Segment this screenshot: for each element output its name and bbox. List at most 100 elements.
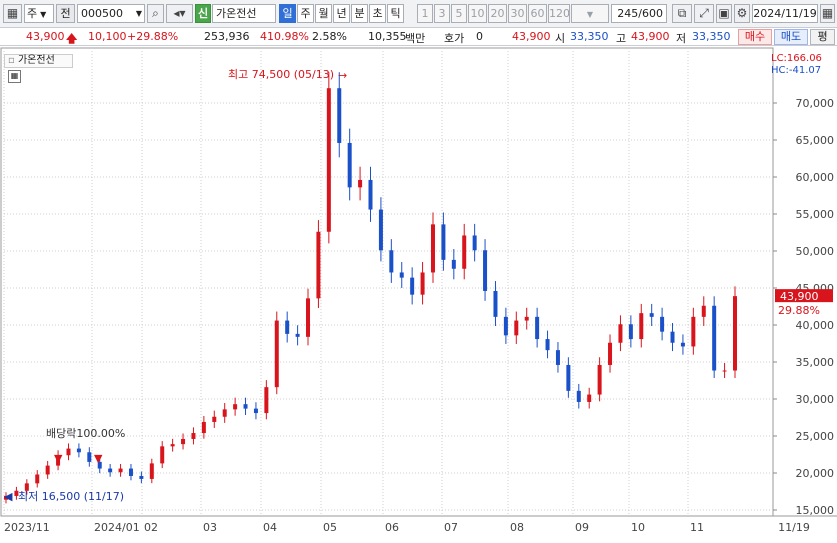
price-box-label: 43,900	[780, 290, 819, 303]
candle-body	[670, 331, 675, 343]
gear-icon[interactable]: ⚙	[734, 4, 750, 23]
interval-button[interactable]: 일	[279, 4, 296, 23]
candle-body	[628, 324, 633, 340]
minute-preset-button[interactable]: 60	[528, 4, 547, 23]
minute-preset-button[interactable]: 30	[508, 4, 527, 23]
candle-body	[389, 250, 394, 273]
minute-preset-button[interactable]: 120	[548, 4, 570, 23]
candle-body	[285, 320, 290, 334]
candle-body	[410, 277, 415, 295]
interval-button[interactable]: 분	[351, 4, 368, 23]
y-tick-label: 50,000	[796, 245, 835, 258]
candle-body	[545, 339, 550, 351]
interval-button[interactable]: 초	[369, 4, 386, 23]
candle-body	[462, 235, 467, 269]
drawing-tool-icon[interactable]: ⤢	[694, 4, 714, 23]
high-annotation: 최고 74,500 (05/13)	[228, 68, 334, 81]
date-input[interactable]: 2024/11/19	[752, 4, 818, 23]
candle-body	[722, 370, 727, 372]
candle-body	[181, 438, 186, 445]
candle-body	[222, 409, 227, 417]
price-chart[interactable]: 15,000 20,000 25,000 30,000 35,000 40,000 45,0…	[0, 47, 837, 540]
search-icon[interactable]: ⌕	[147, 4, 164, 23]
candle-body	[264, 387, 269, 414]
x-tick-label: 06	[385, 521, 399, 534]
dividend-annotation: 배당락100.00%	[46, 427, 125, 440]
y-tick-label: 40,000	[796, 319, 835, 332]
high-label: 고	[616, 32, 627, 45]
candle-body	[555, 350, 560, 365]
low-annotation: 최저 16,500 (11/17)	[18, 490, 124, 503]
interval-button[interactable]: 틱	[387, 4, 404, 23]
grid-icon[interactable]: ▦	[8, 70, 21, 83]
minute-preset-button[interactable]: 3	[434, 4, 450, 23]
candle-body	[347, 142, 352, 188]
preset-dropdown[interactable]: ▼	[571, 4, 609, 23]
count-input[interactable]: 245/600	[611, 4, 667, 23]
speaker-icon[interactable]: ◂▾	[166, 4, 193, 23]
high-price: 43,900	[631, 30, 670, 43]
trade-amount-unit: 백만	[405, 32, 426, 45]
candle-body	[493, 290, 498, 317]
code-input[interactable]: 000500 ▼	[77, 4, 145, 23]
count-max: /600	[638, 7, 663, 20]
candle-body	[524, 316, 529, 321]
candle-body	[514, 320, 519, 336]
candle-body	[76, 448, 81, 453]
x-tick-label: 11	[690, 521, 704, 534]
candle-body	[608, 342, 613, 365]
candle-body	[566, 364, 571, 391]
candle-body	[378, 209, 383, 251]
candle-body	[306, 298, 311, 337]
eval-button[interactable]: 평	[810, 29, 835, 45]
collapse-icon: ▫	[8, 55, 15, 66]
candle-body	[139, 475, 144, 479]
candle-body	[45, 465, 50, 475]
candle-type-icon[interactable]: ⧉	[672, 4, 692, 23]
open-label: 시	[555, 32, 566, 45]
layout-icon[interactable]: ▦	[3, 4, 22, 23]
candle-body	[587, 394, 592, 402]
candle-body	[243, 404, 248, 409]
candle-body	[483, 250, 488, 291]
turnover-percent: 2.58%	[312, 30, 347, 43]
minute-preset-button[interactable]: 10	[468, 4, 487, 23]
candle-body	[368, 179, 373, 210]
period-mode-button[interactable]: 전	[56, 4, 75, 23]
sell-button[interactable]: 매도	[774, 29, 808, 45]
market-select[interactable]: 주 ▼	[24, 4, 54, 23]
buy-button[interactable]: 매수	[738, 29, 772, 45]
current-price: 43,900	[26, 30, 65, 43]
minute-preset-button[interactable]: 5	[451, 4, 467, 23]
candle-body	[35, 474, 40, 484]
candle-body	[253, 408, 258, 414]
interval-button[interactable]: 월	[315, 4, 332, 23]
candle-body	[170, 444, 175, 447]
stock-name[interactable]: 가온전선	[212, 4, 276, 23]
x-axis: 2023/11 2024/01 02 03 04 05 06 07 08 09 10 11 11/19	[4, 521, 810, 534]
calendar-icon[interactable]: ▦	[820, 4, 835, 23]
minute-preset-button[interactable]: 1	[417, 4, 433, 23]
candle-body	[441, 224, 446, 260]
save-icon[interactable]: ▣	[716, 4, 732, 23]
x-tick-label: 03	[203, 521, 217, 534]
candle-body	[149, 463, 154, 479]
market-value: 주	[27, 7, 38, 20]
x-tick-label: 07	[444, 521, 458, 534]
x-tick-label: 08	[510, 521, 524, 534]
x-tick-label: 11/19	[778, 521, 810, 534]
candle-body	[701, 305, 706, 317]
interval-button[interactable]: 주	[297, 4, 314, 23]
minute-preset-button[interactable]: 20	[488, 4, 507, 23]
right-arrow-icon: →	[338, 69, 347, 82]
x-tick-label: 02	[144, 521, 158, 534]
y-tick-label: 30,000	[796, 393, 835, 406]
candle-body	[128, 468, 133, 476]
interval-button[interactable]: 년	[333, 4, 350, 23]
x-tick-label: 2024/01	[94, 521, 140, 534]
toolbar: ▦ 주 ▼ 전 000500 ▼ ⌕ ◂▾ 신 가온전선 일주월년분초틱 1 3 5 10…	[0, 0, 837, 28]
candle-body	[660, 316, 665, 332]
candle-body	[108, 468, 113, 473]
candle-body	[691, 316, 696, 347]
candle-body	[87, 452, 92, 462]
